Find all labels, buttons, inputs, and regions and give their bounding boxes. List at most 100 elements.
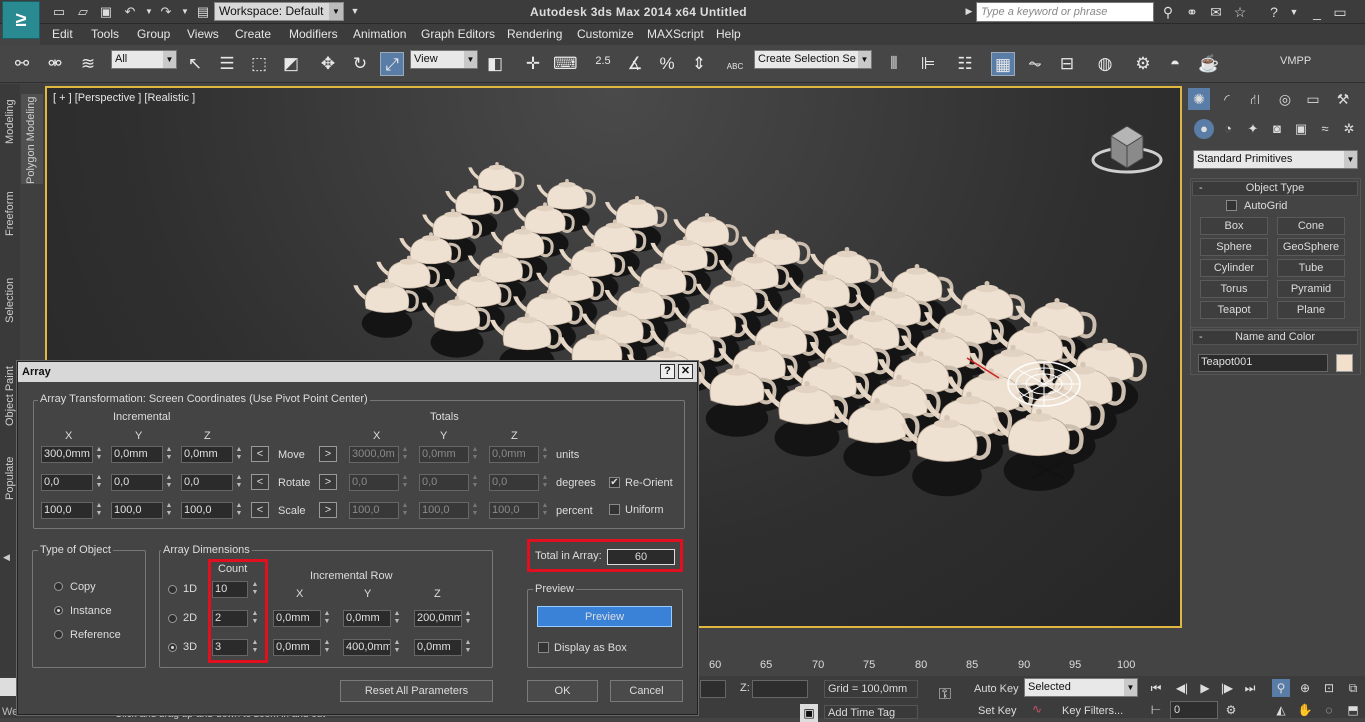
shapes-icon[interactable]: ◔ [1218,119,1238,139]
link-icon[interactable]: ⚯ [10,52,34,76]
3d-row-x-field[interactable]: 0,0mm [273,639,321,656]
timeline-ruler[interactable]: 60 65 70 75 80 85 90 95 100 [690,655,1182,675]
help-dropdown-icon[interactable]: ▼ [1284,2,1304,22]
menu-animation[interactable]: Animation [353,27,406,41]
rotate-right-arrow-button[interactable]: > [319,474,337,490]
z-coordinate-field[interactable] [752,680,808,698]
spinner-arrows-icon[interactable]: ▲ ▼ [164,502,174,519]
display-tab-icon[interactable]: ▭ [1302,88,1324,110]
hierarchy-tab-icon[interactable]: ⛙ [1244,88,1266,110]
inc-scale-z-field[interactable]: 100,0 [181,502,233,519]
spinner-arrows-icon[interactable]: ▲ ▼ [94,446,104,463]
motion-tab-icon[interactable]: ◎ [1274,88,1296,110]
edit-named-selection-icon[interactable]: ABC [723,52,747,76]
search-icon[interactable]: ⚲ [1158,2,1178,22]
current-frame-field[interactable]: 0 [1170,701,1218,719]
undo-dropdown-icon[interactable]: ▼ [140,3,158,20]
zoom-extents-icon[interactable]: ⊡ [1320,679,1338,697]
restore-icon[interactable]: ▭ [1330,2,1350,22]
inc-scale-x-field[interactable]: 100,0 [41,502,93,519]
systems-icon[interactable]: ✲ [1339,119,1359,139]
2d-count-field[interactable]: 2 [212,610,248,627]
1d-count-field[interactable]: 10 [212,581,248,598]
spinner-arrows-icon[interactable]: ▲ ▼ [322,639,332,656]
utilities-tab-icon[interactable]: ⚒ [1332,88,1354,110]
geosphere-button[interactable]: GeoSphere [1277,238,1345,256]
previous-frame-icon[interactable]: ◀| [1173,679,1191,697]
search-input[interactable]: Type a keyword or phrase [976,2,1154,22]
instance-radio[interactable] [54,606,63,615]
3d-row-z-field[interactable]: 0,0mm [414,639,462,656]
rotate-left-arrow-button[interactable]: < [251,474,269,490]
box-button[interactable]: Box [1200,217,1268,235]
menu-maxscript[interactable]: MAXScript [647,27,704,41]
spinner-snap-icon[interactable]: ⇕ [687,52,711,76]
3d-count-field[interactable]: 3 [212,639,248,656]
spinner-arrows-icon[interactable]: ▲ ▼ [250,581,260,598]
favorites-icon[interactable]: ☆ [1230,2,1250,22]
play-icon[interactable]: ▶ [1196,679,1214,697]
key-mode-toggle-icon[interactable]: ⊢ [1147,701,1165,719]
mirror-icon[interactable]: ⫴ [882,52,906,76]
move-left-arrow-button[interactable]: < [251,446,269,462]
plane-button[interactable]: Plane [1277,301,1345,319]
spinner-arrows-icon[interactable]: ▲ ▼ [250,610,260,627]
cylinder-button[interactable]: Cylinder [1200,259,1268,277]
uniform-checkbox[interactable] [609,504,620,515]
new-file-icon[interactable]: ▭ [50,3,68,20]
tab-freeform[interactable]: Freeform [4,191,16,236]
zoom-icon[interactable]: ⚲ [1272,679,1290,697]
space-warps-icon[interactable]: ≈ [1315,119,1335,139]
time-tag-icon[interactable]: ▣ [800,704,818,722]
modify-tab-icon[interactable]: ◜ [1216,88,1238,110]
subscription-icon[interactable]: ✉ [1206,2,1226,22]
unlink-icon[interactable]: ⚮ [43,52,67,76]
key-selection-dropdown[interactable]: Selected ▼ [1024,678,1138,697]
spinner-arrows-icon[interactable]: ▲ ▼ [94,474,104,491]
zoom-all-icon[interactable]: ⊕ [1296,679,1314,697]
cancel-button[interactable]: Cancel [610,680,683,702]
percent-snap-icon[interactable]: % [655,52,679,76]
menu-group[interactable]: Group [137,27,170,41]
set-key-mode-icon[interactable]: ⚿ [936,686,954,704]
next-frame-icon[interactable]: |▶ [1218,679,1236,697]
snap-toggle-icon[interactable]: 2.5 [591,49,615,73]
sphere-button[interactable]: Sphere [1200,238,1268,256]
selected-teapot-wireframe[interactable] [999,350,1089,414]
select-by-name-icon[interactable]: ☰ [215,52,239,76]
curve-editor-icon[interactable]: ⏦ [1023,52,1047,76]
2d-row-y-field[interactable]: 0,0mm [343,610,391,627]
autogrid-checkbox[interactable] [1226,200,1237,211]
copy-radio[interactable] [54,582,63,591]
name-color-header[interactable]: - Name and Color [1192,330,1358,345]
set-key-button[interactable]: Set Key [978,705,1017,717]
maximize-viewport-icon[interactable]: ⬒ [1344,701,1362,719]
menu-customize[interactable]: Customize [577,27,634,41]
tab-selection[interactable]: Selection [4,278,16,323]
dialog-title[interactable]: Array [18,362,697,382]
preview-button[interactable]: Preview [537,606,672,627]
tab-populate[interactable]: Populate [4,457,16,500]
open-file-icon[interactable]: ▱ [74,3,92,20]
curve-icon[interactable]: ∿ [1028,700,1046,718]
2d-radio[interactable] [168,614,177,623]
close-button[interactable]: ✕ [678,364,693,379]
reference-coordinate-dropdown[interactable]: View ▼ [410,50,478,69]
reorient-checkbox[interactable]: ✔ [609,477,620,488]
window-crossing-icon[interactable]: ◩ [279,52,303,76]
pan-icon[interactable]: ✋ [1296,701,1314,719]
y-coordinate-field[interactable] [700,680,726,698]
display-as-box-checkbox[interactable] [538,642,549,653]
spinner-arrows-icon[interactable]: ▲ ▼ [322,610,332,627]
1d-radio[interactable] [168,585,177,594]
tube-button[interactable]: Tube [1277,259,1345,277]
2d-row-x-field[interactable]: 0,0mm [273,610,321,627]
save-icon[interactable]: ▣ [97,3,115,20]
menu-edit[interactable]: Edit [52,27,73,41]
menu-rendering[interactable]: Rendering [507,27,562,41]
ok-button[interactable]: OK [527,680,598,702]
project-folder-icon[interactable]: ▤ [194,3,212,20]
lights-icon[interactable]: ✦ [1243,119,1263,139]
pivot-center-icon[interactable]: ◧ [483,52,507,76]
add-time-tag-field[interactable]: Add Time Tag [824,705,918,719]
